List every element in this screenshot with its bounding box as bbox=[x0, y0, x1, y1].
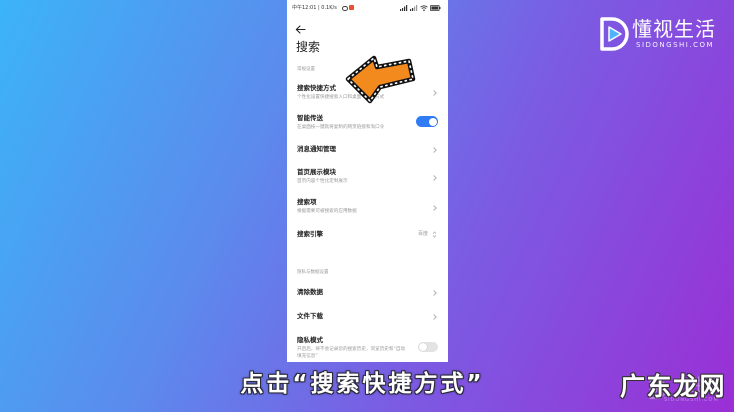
setting-title: 首页展示模块 bbox=[297, 167, 336, 176]
setting-title: 文件下载 bbox=[297, 311, 323, 320]
setting-subtitle-line2: 填充信息” bbox=[297, 353, 318, 359]
setting-subtitle: 根据需要可被搜索的应用数据 bbox=[297, 208, 357, 214]
setting-subtitle: 在桌面按一键就将复制的网页链接和淘口令 bbox=[297, 124, 385, 130]
setting-row-search-items[interactable]: 搜索项 根据需要可被搜索的应用数据 bbox=[287, 193, 448, 219]
updown-chevron-icon bbox=[432, 230, 436, 238]
setting-row-search-engine[interactable]: 搜索引擎 百度 bbox=[287, 224, 448, 244]
setting-row-privacy-mode[interactable]: 隐私模式 开启后，将不会记录您的搜索历史，浏览历史和“自动 填充信息” bbox=[287, 330, 448, 362]
setting-row-home-modules[interactable]: 首页展示模块 首页内容个性化定制展示 bbox=[287, 163, 448, 189]
setting-title: 清除数据 bbox=[297, 287, 323, 296]
play-d-logo-icon bbox=[600, 17, 629, 51]
chevron-right-icon bbox=[431, 313, 437, 320]
toggle-knob bbox=[428, 117, 437, 126]
chevron-right-icon bbox=[431, 174, 437, 181]
setting-row-file-download[interactable]: 文件下载 bbox=[287, 306, 448, 326]
search-engine-value: 百度 bbox=[418, 230, 429, 237]
setting-title: 智能传送 bbox=[297, 113, 323, 122]
privacy-mode-toggle[interactable] bbox=[418, 342, 438, 352]
back-arrow-icon bbox=[295, 25, 306, 34]
page-title: 搜索 bbox=[296, 40, 321, 54]
setting-row-smart-send[interactable]: 智能传送 在桌面按一键就将复制的网页链接和淘口令 bbox=[287, 110, 448, 138]
watermark-site-name: 广东龙网 bbox=[620, 372, 727, 401]
setting-title: 消息通知管理 bbox=[297, 144, 336, 153]
battery-icon bbox=[430, 4, 441, 11]
setting-subtitle-end: 方式 bbox=[375, 94, 385, 100]
signal-icon bbox=[400, 4, 408, 11]
smart-send-toggle[interactable] bbox=[416, 116, 438, 127]
chevron-right-icon bbox=[431, 89, 437, 96]
wifi-icon bbox=[420, 4, 428, 11]
toggle-knob bbox=[419, 343, 427, 351]
alarm-icon bbox=[342, 5, 348, 12]
status-text: 中午12:01 | 0.1K/s bbox=[292, 5, 337, 11]
brand-domain: SIDONGSHI.COM bbox=[636, 41, 715, 49]
setting-title: 搜索快捷方式 bbox=[297, 83, 336, 92]
section-header-general: 常规设置 bbox=[297, 66, 315, 72]
setting-title: 隐私模式 bbox=[297, 335, 323, 344]
signal-icon bbox=[410, 4, 418, 11]
chevron-right-icon bbox=[431, 289, 437, 296]
instruction-caption: 点击“搜索快捷方式” bbox=[240, 371, 485, 397]
back-button[interactable] bbox=[293, 21, 309, 34]
setting-title: 搜索引擎 bbox=[297, 229, 323, 238]
chevron-right-icon bbox=[431, 146, 437, 153]
brand-name: 懂视生活 bbox=[632, 17, 716, 41]
setting-subtitle: 个性化设置快捷搜索入口和桌面 bbox=[297, 94, 362, 100]
setting-row-notification-management[interactable]: 消息通知管理 bbox=[287, 140, 448, 160]
phone-screen: 中午12:01 | 0.1K/s 搜索 常规设置 搜索快捷方式 个性化设置快捷搜… bbox=[287, 0, 448, 362]
setting-subtitle: 首页内容个性化定制展示 bbox=[297, 178, 348, 184]
chevron-right-icon bbox=[431, 204, 437, 211]
setting-title: 搜索项 bbox=[297, 197, 317, 206]
app-notification-icon bbox=[349, 5, 354, 10]
setting-subtitle: 开启后，将不会记录您的搜索历史，浏览历史和“自动 bbox=[297, 346, 406, 352]
setting-row-search-shortcut[interactable]: 搜索快捷方式 个性化设置快捷搜索入口和桌面 方式 bbox=[287, 80, 448, 108]
setting-row-clear-data[interactable]: 清除数据 bbox=[287, 282, 448, 302]
section-header-privacy: 隐私与数据设置 bbox=[297, 269, 329, 275]
